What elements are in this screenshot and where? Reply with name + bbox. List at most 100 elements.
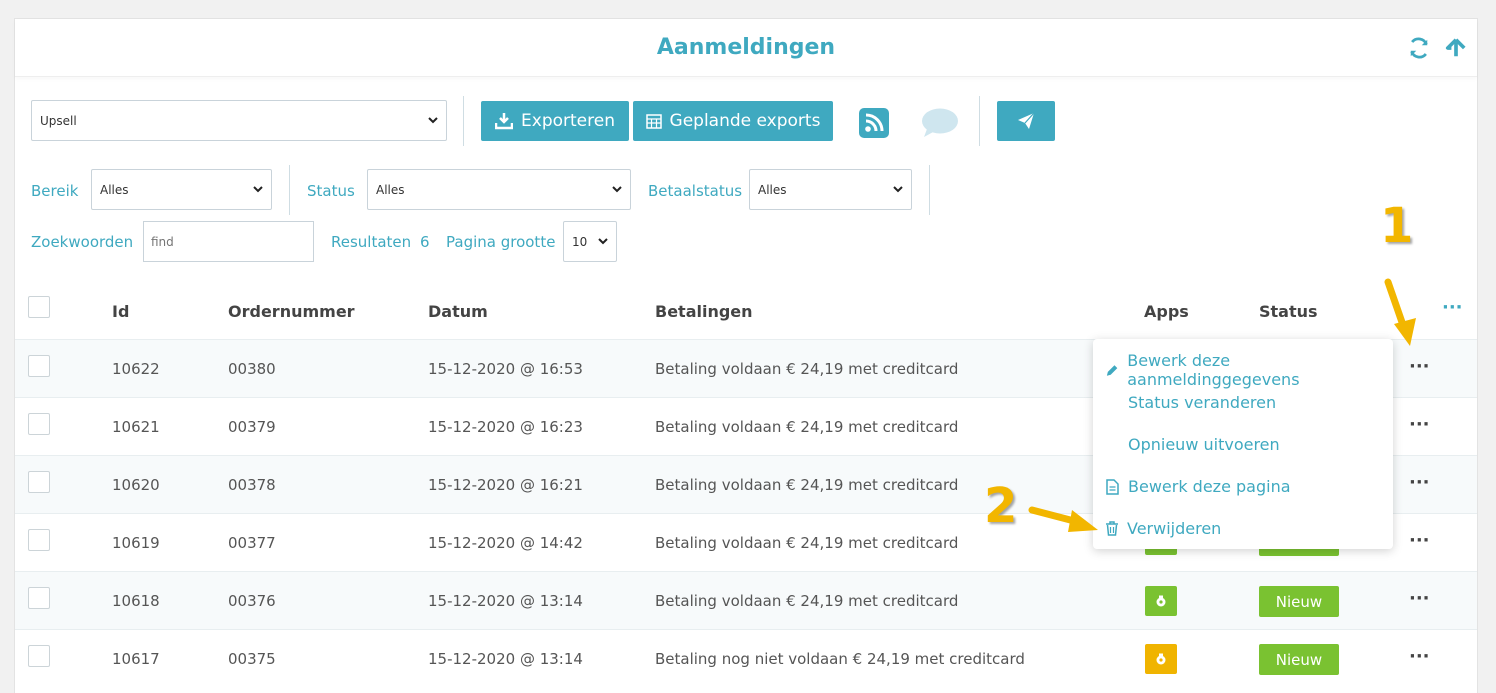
row-payment: Betaling voldaan € 24,19 met creditcard — [655, 360, 959, 378]
page-size-value: 10 — [572, 235, 588, 249]
chat-icon[interactable] — [921, 107, 959, 139]
row-ordernumber: 00378 — [228, 476, 276, 494]
column-date[interactable]: Datum — [428, 302, 488, 321]
table-row[interactable]: 10617 00375 15-12-2020 @ 13:14 Betaling … — [15, 629, 1477, 687]
divider — [289, 165, 290, 215]
row-checkbox[interactable] — [28, 471, 50, 493]
row-date: 15-12-2020 @ 16:23 — [428, 418, 583, 436]
menu-item-rerun[interactable]: Opnieuw uitvoeren — [1128, 435, 1280, 454]
status-badge[interactable]: Nieuw — [1259, 644, 1339, 675]
money-bag-icon — [1156, 595, 1166, 607]
menu-item-edit-registration[interactable]: Bewerk deze aanmeldinggegevens — [1105, 351, 1393, 389]
row-checkbox[interactable] — [28, 645, 50, 667]
row-ordernumber: 00376 — [228, 592, 276, 610]
page-size-label: Pagina grootte — [446, 233, 556, 251]
divider — [463, 96, 464, 146]
chevron-down-icon — [253, 186, 263, 193]
row-id: 10619 — [112, 534, 160, 552]
send-button[interactable] — [997, 101, 1055, 141]
row-context-menu: Bewerk deze aanmeldinggegevens Status ve… — [1093, 339, 1393, 549]
export-button[interactable]: Exporteren — [481, 101, 629, 141]
row-ordernumber: 00379 — [228, 418, 276, 436]
annotation-number-2: 2 — [984, 478, 1018, 534]
row-date: 15-12-2020 @ 13:14 — [428, 650, 583, 668]
row-ordernumber: 00380 — [228, 360, 276, 378]
pencil-icon — [1106, 364, 1118, 376]
row-payment: Betaling voldaan € 24,19 met creditcard — [655, 592, 959, 610]
row-actions-icon[interactable]: ··· — [1409, 356, 1430, 377]
row-actions-icon[interactable]: ··· — [1409, 646, 1430, 667]
app-payment-badge[interactable] — [1145, 586, 1177, 616]
refresh-icon[interactable] — [1408, 37, 1430, 59]
row-payment: Betaling nog niet voldaan € 24,19 met cr… — [655, 650, 1025, 668]
arrow-up-icon[interactable] — [1445, 37, 1467, 59]
chevron-down-icon — [893, 186, 903, 193]
scheduled-exports-button[interactable]: Geplande exports — [633, 101, 833, 141]
column-id[interactable]: Id — [112, 302, 129, 321]
select-all-checkbox[interactable] — [28, 296, 50, 318]
trash-icon — [1106, 521, 1118, 536]
row-id: 10618 — [112, 592, 160, 610]
page-size-select[interactable]: 10 — [563, 221, 617, 262]
results-count: 6 — [420, 233, 430, 251]
payment-status-label: Betaalstatus — [648, 182, 743, 200]
range-select[interactable]: Alles — [91, 169, 272, 210]
menu-item-delete[interactable]: Verwijderen — [1105, 519, 1221, 538]
divider — [979, 96, 980, 146]
table-row[interactable]: 10618 00376 15-12-2020 @ 13:14 Betaling … — [15, 571, 1477, 629]
menu-item-change-status[interactable]: Status veranderen — [1128, 393, 1276, 412]
row-id: 10617 — [112, 650, 160, 668]
menu-item-label: Bewerk deze pagina — [1128, 477, 1291, 496]
status-select[interactable]: Alles — [367, 169, 631, 210]
menu-item-label: Bewerk deze aanmeldinggegevens — [1127, 351, 1300, 389]
row-date: 15-12-2020 @ 14:42 — [428, 534, 583, 552]
range-select-value: Alles — [100, 183, 129, 197]
payment-status-value: Alles — [758, 183, 787, 197]
form-select[interactable]: Upsell — [31, 100, 447, 141]
column-status[interactable]: Status — [1259, 302, 1318, 321]
column-apps[interactable]: Apps — [1144, 302, 1189, 321]
column-options-icon[interactable]: ··· — [1442, 297, 1463, 318]
row-actions-icon[interactable]: ··· — [1409, 530, 1430, 551]
column-ordernumber[interactable]: Ordernummer — [228, 302, 355, 321]
row-checkbox[interactable] — [28, 413, 50, 435]
annotation-number-1: 1 — [1380, 198, 1414, 254]
status-filter-label: Status — [307, 182, 355, 200]
status-badge[interactable]: Nieuw — [1259, 586, 1339, 617]
column-payments[interactable]: Betalingen — [655, 302, 753, 321]
download-icon — [495, 113, 514, 130]
payment-status-select[interactable]: Alles — [749, 169, 912, 210]
divider — [929, 165, 930, 215]
results-label: Resultaten — [331, 233, 412, 251]
row-date: 15-12-2020 @ 16:21 — [428, 476, 583, 494]
scheduled-exports-label: Geplande exports — [669, 111, 821, 131]
chevron-down-icon — [612, 186, 622, 193]
row-actions-icon[interactable]: ··· — [1409, 588, 1430, 609]
chevron-down-icon — [598, 238, 608, 245]
table-header: Id Ordernummer Datum Betalingen Apps Sta… — [15, 289, 1477, 339]
menu-item-label: Verwijderen — [1127, 519, 1222, 538]
calendar-icon — [645, 114, 662, 129]
row-checkbox[interactable] — [28, 529, 50, 551]
search-input[interactable] — [143, 221, 314, 262]
page-title: Aanmeldingen — [656, 35, 836, 60]
app-payment-badge[interactable] — [1145, 644, 1177, 674]
row-id: 10621 — [112, 418, 160, 436]
row-ordernumber: 00377 — [228, 534, 276, 552]
row-id: 10620 — [112, 476, 160, 494]
row-payment: Betaling voldaan € 24,19 met creditcard — [655, 476, 959, 494]
row-checkbox[interactable] — [28, 587, 50, 609]
row-checkbox[interactable] — [28, 355, 50, 377]
row-ordernumber: 00375 — [228, 650, 276, 668]
menu-item-edit-page[interactable]: Bewerk deze pagina — [1105, 477, 1291, 496]
row-actions-icon[interactable]: ··· — [1409, 414, 1430, 435]
export-label: Exporteren — [521, 111, 615, 131]
form-select-value: Upsell — [40, 114, 77, 128]
rss-icon[interactable] — [859, 108, 889, 138]
row-actions-icon[interactable]: ··· — [1409, 472, 1430, 493]
row-payment: Betaling voldaan € 24,19 met creditcard — [655, 418, 959, 436]
row-date: 15-12-2020 @ 16:53 — [428, 360, 583, 378]
panel-header: Aanmeldingen — [15, 19, 1477, 77]
status-select-value: Alles — [376, 183, 405, 197]
row-payment: Betaling voldaan € 24,19 met creditcard — [655, 534, 959, 552]
